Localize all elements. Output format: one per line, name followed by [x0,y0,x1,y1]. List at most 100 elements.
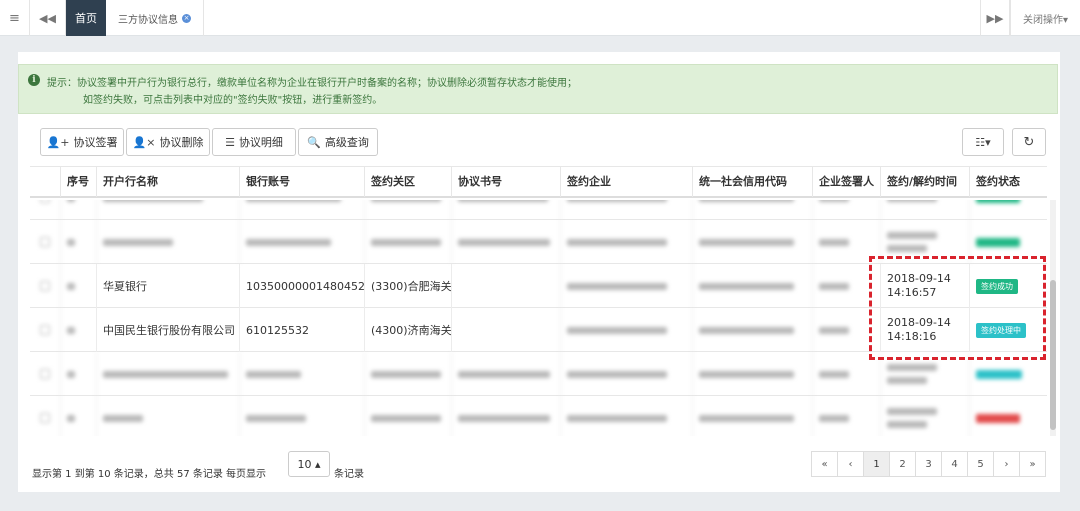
page-first[interactable]: « [811,451,838,477]
pagination-summary: 显示第 1 到第 10 条记录，总共 57 条记录 每页显示 [32,469,267,480]
row-cell [692,308,812,352]
user-remove-icon: 👤× [132,135,156,149]
row-customs: (4300)济南海关 [364,308,451,352]
row-cell [60,352,96,396]
row-cell [364,396,451,436]
close-icon[interactable]: × [182,13,191,23]
table-row[interactable] [30,200,1047,220]
advanced-search-label: 高级查询 [324,136,369,149]
row-cell [692,264,812,308]
row-cell [692,200,812,220]
row-cell [96,396,239,436]
row-bank-name: 中国民生银行股份有限公司 [96,308,239,352]
row-checkbox[interactable] [30,308,60,352]
row-agreement-no [451,308,560,352]
row-cell [451,220,560,264]
row-bank-name: 华夏银行 [96,264,239,308]
tip-alert: i 提示：协议签署中开户行为银行总行，缴款单位名称为企业在银行开户时备案的名称；… [18,64,1058,114]
double-right-icon[interactable]: ▶▶ [980,0,1010,36]
col-customs[interactable]: 签约关区 [364,167,451,197]
delete-agreement-button[interactable]: 👤× 协议删除 [126,128,210,156]
delete-agreement-label: 协议删除 [159,136,204,149]
page-2[interactable]: 2 [889,451,916,477]
page-3[interactable]: 3 [915,451,942,477]
row-cell [239,200,364,220]
col-checkbox[interactable] [30,167,60,197]
page-size-suffix: 条记录 [334,469,364,480]
col-status[interactable]: 签约状态 [969,167,1047,197]
col-credit-code[interactable]: 统一社会信用代码 [692,167,812,197]
row-cell [60,308,96,352]
row-cell [560,200,692,220]
row-checkbox[interactable] [30,264,60,308]
table-scrollbar[interactable] [1050,200,1056,436]
row-cell [812,396,880,436]
row-cell [239,396,364,436]
row-cell [560,396,692,436]
row-cell [969,396,1047,436]
sign-agreement-button[interactable]: 👤+ 协议签署 [40,128,124,156]
page-5[interactable]: 5 [967,451,994,477]
search-icon: 🔍 [307,135,321,149]
info-icon: i [28,74,40,86]
sign-agreement-label: 协议签署 [73,136,118,149]
close-operations-label: 关闭操作▾ [1022,14,1069,26]
row-checkbox[interactable] [30,220,60,264]
page-next[interactable]: › [993,451,1020,477]
col-enterprise[interactable]: 签约企业 [560,167,692,197]
row-cell [451,396,560,436]
scrollbar-thumb[interactable] [1050,280,1056,430]
row-cell [60,220,96,264]
table-header: 序号 开户行名称 银行账号 签约关区 协议书号 签约企业 统一社会信用代码 企业… [30,166,1047,198]
page-last[interactable]: » [1019,451,1046,477]
page-1[interactable]: 1 [863,451,890,477]
row-cell [60,200,96,220]
refresh-button[interactable]: ↻ [1012,128,1046,156]
row-cell [692,352,812,396]
list-columns-icon: ☷▾ [975,135,991,149]
tab-home[interactable]: 首页 [66,0,106,36]
row-checkbox[interactable] [30,396,60,436]
row-account: 610125532 [239,308,364,352]
row-cell [560,220,692,264]
row-cell [96,200,239,220]
col-agreement-no[interactable]: 协议书号 [451,167,560,197]
tab-home-label: 首页 [75,12,97,25]
advanced-search-button[interactable]: 🔍 高级查询 [298,128,378,156]
row-cell [560,308,692,352]
col-account[interactable]: 银行账号 [239,167,364,197]
menu-icon[interactable]: ≡ [0,0,30,36]
row-cell [880,200,969,220]
tab-agreement-info[interactable]: 三方协议信息 × [106,0,204,36]
row-cell [364,352,451,396]
page-4[interactable]: 4 [941,451,968,477]
row-cell [60,264,96,308]
pagination: « ‹ 1 2 3 4 5 › » [811,451,1046,477]
page-size-select[interactable]: 10 ▴ [288,451,330,477]
content-panel: i 提示：协议签署中开户行为银行总行，缴款单位名称为企业在银行开户时备案的名称；… [18,52,1060,492]
row-cell [96,352,239,396]
columns-dropdown-button[interactable]: ☷▾ [962,128,1004,156]
row-cell [364,220,451,264]
top-tab-bar: ≡ ◀◀ 首页 三方协议信息 × ▶▶ 关闭操作▾ [0,0,1080,36]
table-row[interactable] [30,396,1047,436]
row-checkbox[interactable] [30,200,60,220]
col-bank-name[interactable]: 开户行名称 [96,167,239,197]
close-operations-dropdown[interactable]: 关闭操作▾ [1010,0,1080,36]
col-index[interactable]: 序号 [60,167,96,197]
page-prev[interactable]: ‹ [837,451,864,477]
tab-agreement-info-label: 三方协议信息 [118,14,178,26]
row-checkbox[interactable] [30,352,60,396]
highlight-box [869,256,1046,360]
col-time[interactable]: 签约/解约时间 [880,167,969,197]
double-left-icon[interactable]: ◀◀ [30,0,66,36]
row-cell [560,352,692,396]
tip-line-2: 如签约失败，可点击列表中对应的"签约失败"按钮，进行重新签约。 [83,95,383,106]
row-cell [692,220,812,264]
row-cell [364,200,451,220]
user-plus-icon: 👤+ [46,135,70,149]
agreement-detail-label: 协议明细 [238,136,283,149]
col-signer[interactable]: 企业签署人 [812,167,880,197]
agreement-detail-button[interactable]: ☰ 协议明细 [212,128,296,156]
row-cell [239,352,364,396]
